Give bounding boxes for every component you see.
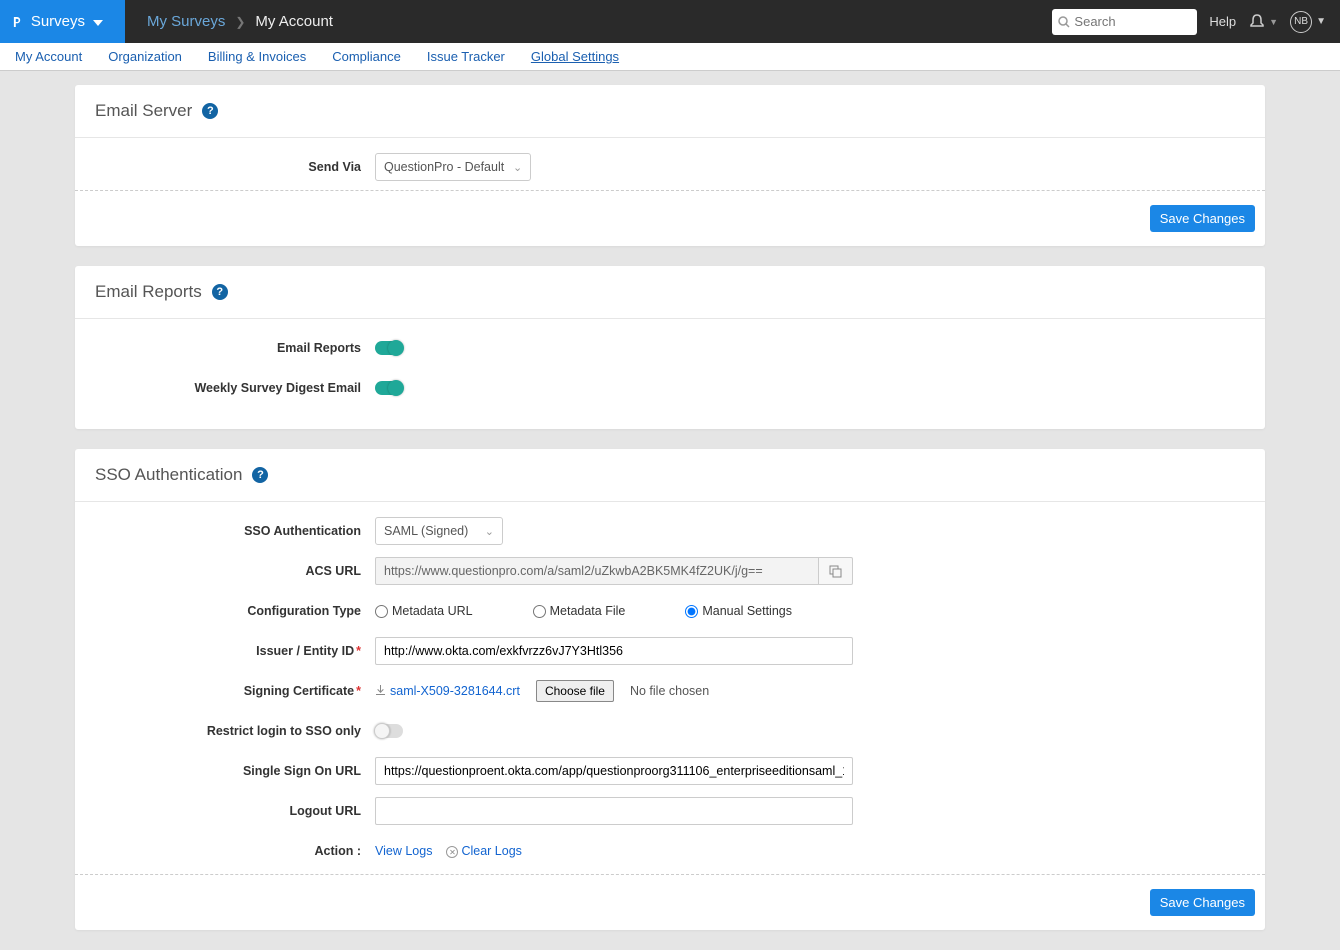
subnav-issue-tracker[interactable]: Issue Tracker — [427, 49, 505, 64]
section-title: Email Server — [95, 101, 192, 121]
restrict-toggle[interactable] — [375, 724, 403, 738]
avatar: NB — [1290, 11, 1312, 33]
acs-label: ACS URL — [95, 564, 375, 578]
subnav-global-settings[interactable]: Global Settings — [531, 49, 619, 64]
view-logs-link[interactable]: View Logs — [375, 844, 432, 858]
chevron-down-icon: ⌄ — [485, 525, 494, 538]
breadcrumb: My Surveys ❯ My Account — [125, 13, 333, 30]
search-box[interactable] — [1052, 9, 1197, 35]
digest-toggle[interactable] — [375, 381, 403, 395]
sso-auth-value: SAML (Signed) — [384, 524, 468, 538]
sso-auth-select[interactable]: SAML (Signed) ⌄ — [375, 517, 503, 545]
sso-url-field[interactable] — [375, 757, 853, 785]
search-input[interactable] — [1074, 14, 1184, 29]
cert-label: Signing Certificate* — [95, 684, 375, 698]
subnav-billing[interactable]: Billing & Invoices — [208, 49, 306, 64]
send-via-label: Send Via — [95, 160, 375, 174]
radio-metadata-file[interactable]: Metadata File — [533, 604, 626, 618]
cert-download-link[interactable]: saml-X509-3281644.crt — [375, 684, 520, 698]
logout-url-label: Logout URL — [95, 804, 375, 818]
topbar: Surveys My Surveys ❯ My Account Help ▼ N… — [0, 0, 1340, 43]
card-sso: SSO Authentication ? SSO Authentication … — [75, 449, 1265, 930]
sso-auth-label: SSO Authentication — [95, 524, 375, 538]
bell-icon — [1248, 13, 1266, 31]
logout-url-field[interactable] — [375, 797, 853, 825]
radio-manual-settings[interactable]: Manual Settings — [685, 604, 792, 618]
help-icon[interactable]: ? — [252, 467, 268, 483]
issuer-label: Issuer / Entity ID* — [95, 644, 375, 658]
chevron-right-icon: ❯ — [235, 15, 245, 29]
config-type-label: Configuration Type — [95, 604, 375, 618]
product-name: Surveys — [31, 13, 85, 30]
subnav-my-account[interactable]: My Account — [15, 49, 82, 64]
close-icon: ✕ — [446, 846, 458, 858]
breadcrumb-root[interactable]: My Surveys — [147, 13, 225, 30]
chevron-down-icon: ⌄ — [513, 161, 522, 174]
issuer-field[interactable] — [375, 637, 853, 665]
subnav-compliance[interactable]: Compliance — [332, 49, 401, 64]
help-icon[interactable]: ? — [212, 284, 228, 300]
section-title: Email Reports — [95, 282, 202, 302]
search-icon — [1058, 16, 1070, 28]
chevron-down-icon: ▼ — [1316, 16, 1326, 27]
email-reports-label: Email Reports — [95, 341, 375, 355]
breadcrumb-current: My Account — [255, 13, 333, 30]
sso-url-label: Single Sign On URL — [95, 764, 375, 778]
card-email-reports: Email Reports ? Email Reports Weekly Sur… — [75, 266, 1265, 429]
help-icon[interactable]: ? — [202, 103, 218, 119]
radio-metadata-url[interactable]: Metadata URL — [375, 604, 473, 618]
notifications-button[interactable]: ▼ — [1248, 13, 1278, 31]
logo-icon — [12, 14, 21, 30]
no-file-text: No file chosen — [630, 684, 709, 698]
action-label: Action : — [95, 844, 375, 858]
download-icon — [375, 685, 386, 696]
copy-button[interactable] — [819, 557, 853, 585]
product-switcher[interactable]: Surveys — [0, 0, 125, 43]
card-email-server: Email Server ? Send Via QuestionPro - De… — [75, 85, 1265, 246]
chevron-down-icon: ▼ — [1269, 17, 1278, 27]
send-via-select[interactable]: QuestionPro - Default ⌄ — [375, 153, 531, 181]
email-reports-toggle[interactable] — [375, 341, 403, 355]
user-menu[interactable]: NB ▼ — [1290, 11, 1326, 33]
acs-url-field[interactable] — [375, 557, 819, 585]
choose-file-button[interactable]: Choose file — [536, 680, 614, 702]
send-via-value: QuestionPro - Default — [384, 160, 504, 174]
section-title: SSO Authentication — [95, 465, 242, 485]
clear-logs-link[interactable]: ✕Clear Logs — [446, 844, 521, 859]
save-button[interactable]: Save Changes — [1150, 205, 1255, 232]
digest-label: Weekly Survey Digest Email — [95, 381, 375, 395]
save-button[interactable]: Save Changes — [1150, 889, 1255, 916]
copy-icon — [829, 565, 842, 578]
restrict-label: Restrict login to SSO only — [95, 724, 375, 738]
subnav: My Account Organization Billing & Invoic… — [0, 43, 1340, 71]
help-link[interactable]: Help — [1209, 14, 1236, 29]
chevron-down-icon — [93, 13, 113, 30]
subnav-organization[interactable]: Organization — [108, 49, 182, 64]
